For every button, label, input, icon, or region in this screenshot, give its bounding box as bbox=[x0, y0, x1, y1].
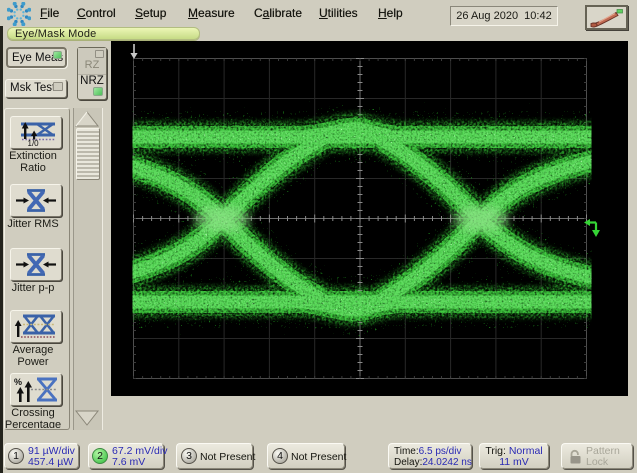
svg-text:1/0: 1/0 bbox=[28, 139, 40, 146]
svg-text:%: % bbox=[14, 377, 22, 387]
